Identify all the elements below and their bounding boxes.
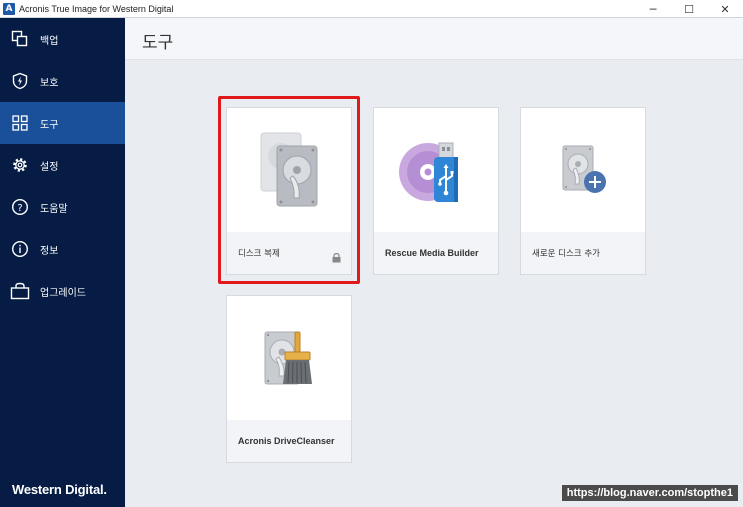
western-digital-logo: Western Digital. [12,482,107,497]
sidebar-item-label: 정보 [40,245,59,257]
page-title: 도구 [142,33,174,53]
highlight-box [218,96,360,284]
sidebar-item-label: 도구 [40,119,59,131]
sidebar-item-label: 업그레이드 [40,287,86,299]
sidebar-item-backup[interactable]: 백업 [0,18,125,60]
sidebar-item-upgrade[interactable]: 업그레이드 [0,270,125,312]
minimize-button[interactable]: ─ [635,0,671,18]
sidebar-item-label: 설정 [40,161,59,173]
main-header: 도구 [125,18,743,60]
tile-footer: Acronis DriveCleanser [227,420,351,462]
sidebar-item-protection[interactable]: 보호 [0,60,125,102]
window-title: Acronis True Image for Western Digital [19,3,174,14]
window-controls: ─ ☐ ✕ [635,0,743,18]
sidebar-item-label: 백업 [40,35,59,47]
drive-cleanser-icon [227,296,351,420]
svg-text:?: ? [17,203,22,214]
tile-label: Rescue Media Builder [385,248,479,258]
title-bar: A Acronis True Image for Western Digital… [0,0,743,18]
sidebar-item-info[interactable]: 정보 [0,228,125,270]
tile-rescue-media-builder[interactable]: Rescue Media Builder [373,107,499,275]
sidebar-item-help[interactable]: ? 도움말 [0,186,125,228]
tile-label: Acronis DriveCleanser [238,436,335,446]
acronis-app-icon: A [3,2,15,15]
info-icon [10,239,30,259]
upgrade-bag-icon [10,281,30,301]
rescue-media-icon [374,108,498,232]
blog-watermark: https://blog.naver.com/stopthe1 [561,485,738,501]
tile-add-new-disk[interactable]: 새로운 디스크 추가 [520,107,646,275]
sidebar-item-label: 도움말 [40,203,68,215]
add-disk-icon [521,108,645,232]
tile-label: 새로운 디스크 추가 [532,249,600,259]
shield-icon [10,71,30,91]
tile-footer: Rescue Media Builder [374,232,498,274]
sidebar-item-tools[interactable]: 도구 [0,102,125,144]
close-button[interactable]: ✕ [707,0,743,18]
tile-footer: 새로운 디스크 추가 [521,232,645,274]
help-icon: ? [10,197,30,217]
tools-grid-icon [10,113,30,133]
backup-icon [10,29,30,49]
gear-icon [10,155,30,175]
sidebar-item-label: 보호 [40,77,59,89]
maximize-button[interactable]: ☐ [671,0,707,18]
sidebar-item-settings[interactable]: 설정 [0,144,125,186]
sidebar: 백업 보호 도구 설정 ? 도움말 정보 업그레이드 Western Digit… [0,18,125,507]
tile-drive-cleanser[interactable]: Acronis DriveCleanser [226,295,352,463]
